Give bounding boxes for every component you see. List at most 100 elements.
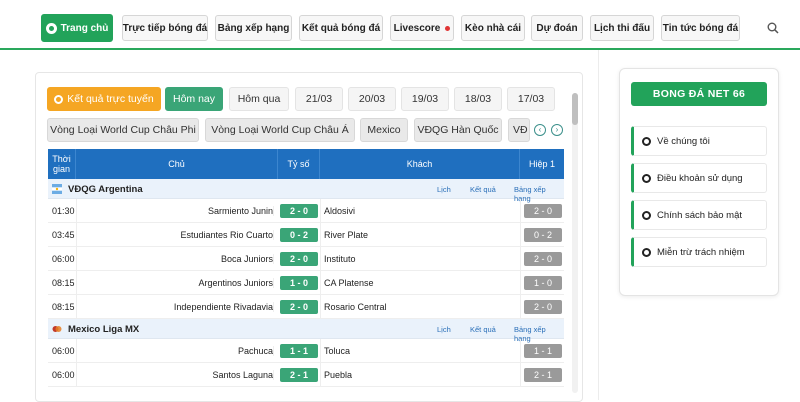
away-team[interactable]: River Plate	[324, 230, 368, 240]
match-score[interactable]: 2 - 0	[280, 300, 318, 314]
cell-divider	[320, 363, 321, 387]
cell-divider	[320, 295, 321, 319]
tab-live-results[interactable]: Kết quả trực tuyến	[47, 87, 161, 111]
tab-date-1903[interactable]: 19/03	[401, 87, 449, 111]
nav-livescore[interactable]: Livescore	[390, 15, 454, 41]
sidebar-item-label: Về chúng tôi	[657, 135, 710, 147]
nav-news[interactable]: Tin tức bóng đá	[661, 15, 740, 41]
tab-label: Kết quả trực tuyến	[67, 93, 154, 105]
sidebar-item-label: Chính sách bảo mật	[657, 209, 743, 221]
header-score: Tỷ số	[278, 149, 320, 179]
football-icon	[642, 173, 651, 183]
nav-live-football[interactable]: Trực tiếp bóng đá	[122, 15, 208, 41]
tab-date-2003[interactable]: 20/03	[348, 87, 396, 111]
cell-divider	[320, 199, 321, 223]
tab-date-1803[interactable]: 18/03	[454, 87, 502, 111]
away-team[interactable]: Toluca	[324, 346, 350, 356]
cell-divider	[76, 339, 77, 363]
table-row[interactable]: 08:15 Independiente Rivadavia 2 - 0 Rosa…	[48, 295, 564, 319]
home-team[interactable]: Estudiantes Rio Cuarto	[78, 230, 274, 240]
home-team[interactable]: Pachuca	[78, 346, 274, 356]
cell-divider	[520, 363, 521, 387]
match-score[interactable]: 0 - 2	[280, 228, 318, 242]
table-row[interactable]: 08:15 Argentinos Juniors 1 - 0 CA Platen…	[48, 271, 564, 295]
match-time: 06:00	[52, 254, 75, 264]
brand-button[interactable]: BONG ĐÁ NET 66	[631, 82, 767, 106]
home-team[interactable]: Independiente Rivadavia	[78, 302, 274, 312]
schedule-link[interactable]: Lịch	[437, 325, 451, 334]
tab-yesterday[interactable]: Hôm qua	[229, 87, 289, 111]
match-score[interactable]: 1 - 0	[280, 276, 318, 290]
sidebar-item-about[interactable]: Về chúng tôi	[631, 126, 767, 156]
tab-label: Hôm qua	[237, 93, 281, 105]
home-team[interactable]: Sarmiento Junin	[78, 206, 274, 216]
results-link[interactable]: Kết quả	[470, 185, 496, 194]
league-tab[interactable]: Mexico	[360, 118, 408, 142]
cell-divider	[520, 339, 521, 363]
live-broadcast-icon	[54, 94, 64, 104]
half-score: 1 - 0	[524, 276, 562, 290]
match-time: 01:30	[52, 206, 75, 216]
match-score[interactable]: 1 - 1	[280, 344, 318, 358]
scrollbar-thumb[interactable]	[572, 93, 578, 125]
away-team[interactable]: Puebla	[324, 370, 352, 380]
search-icon[interactable]	[767, 22, 779, 34]
cell-divider	[520, 223, 521, 247]
nav-label: Lịch thi đấu	[593, 22, 651, 34]
tab-label: 19/03	[411, 93, 439, 105]
half-score: 1 - 1	[524, 344, 562, 358]
league-tab[interactable]: VĐQG Hàn Quốc	[414, 118, 502, 142]
match-score[interactable]: 2 - 1	[280, 368, 318, 382]
half-score: 2 - 1	[524, 368, 562, 382]
nav-home-label: Trang chủ	[60, 22, 109, 34]
cell-divider	[320, 271, 321, 295]
sidebar-item-terms[interactable]: Điều khoản sử dụng	[631, 163, 767, 193]
league-tab[interactable]: Vòng Loại World Cup Châu Á	[205, 118, 355, 142]
match-score[interactable]: 2 - 0	[280, 252, 318, 266]
sidebar: BONG ĐÁ NET 66 Về chúng tôi Điều khoản s…	[619, 68, 779, 296]
schedule-link[interactable]: Lịch	[437, 185, 451, 194]
scrollbar[interactable]	[572, 93, 578, 393]
cell-divider	[76, 247, 77, 271]
table-row[interactable]: 06:00 Boca Juniors 2 - 0 Instituto 2 - 0	[48, 247, 564, 271]
match-time: 08:15	[52, 278, 75, 288]
home-team[interactable]: Santos Laguna	[78, 370, 274, 380]
home-team[interactable]: Argentinos Juniors	[78, 278, 274, 288]
match-score[interactable]: 2 - 0	[280, 204, 318, 218]
cell-divider	[76, 271, 77, 295]
tab-date-2103[interactable]: 21/03	[295, 87, 343, 111]
sidebar-item-privacy[interactable]: Chính sách bảo mật	[631, 200, 767, 230]
tab-label: 21/03	[305, 93, 333, 105]
league-tab[interactable]: Vòng Loại World Cup Châu Phi	[47, 118, 199, 142]
table-row[interactable]: 03:45 Estudiantes Rio Cuarto 0 - 2 River…	[48, 223, 564, 247]
league-tab[interactable]: VĐ	[508, 118, 530, 142]
home-team[interactable]: Boca Juniors	[78, 254, 274, 264]
results-link[interactable]: Kết quả	[470, 325, 496, 334]
half-score: 2 - 0	[524, 300, 562, 314]
nav-home[interactable]: Trang chủ	[41, 14, 113, 42]
table-row[interactable]: 06:00 Pachuca 1 - 1 Toluca 1 - 1	[48, 339, 564, 363]
ball-icon	[45, 22, 57, 34]
nav-predictions[interactable]: Dự đoán	[531, 15, 583, 41]
nav-results[interactable]: Kết quả bóng đá	[299, 15, 383, 41]
away-team[interactable]: CA Platense	[324, 278, 374, 288]
away-team[interactable]: Aldosivi	[324, 206, 355, 216]
results-table: Thời gian Chủ Tỷ số Khách Hiệp 1 VĐQG Ar…	[48, 149, 564, 387]
nav-odds[interactable]: Kèo nhà cái	[461, 15, 525, 41]
away-team[interactable]: Instituto	[324, 254, 356, 264]
chevron-right-icon[interactable]: ›	[551, 124, 563, 136]
nav-label: Tin tức bóng đá	[662, 22, 739, 34]
sidebar-item-label: Miễn trừ trách nhiệm	[657, 246, 745, 258]
table-row[interactable]: 01:30 Sarmiento Junin 2 - 0 Aldosivi 2 -…	[48, 199, 564, 223]
nav-standings[interactable]: Bảng xếp hạng	[215, 15, 292, 41]
chevron-left-icon[interactable]: ‹	[534, 124, 546, 136]
sidebar-item-disclaimer[interactable]: Miễn trừ trách nhiệm	[631, 237, 767, 267]
header-time: Thời gian	[48, 149, 76, 179]
tab-date-1703[interactable]: 17/03	[507, 87, 555, 111]
nav-schedule[interactable]: Lịch thi đấu	[590, 15, 654, 41]
argentina-flag-icon	[52, 184, 62, 194]
tab-today[interactable]: Hôm nay	[165, 87, 223, 111]
match-time: 06:00	[52, 370, 75, 380]
away-team[interactable]: Rosario Central	[324, 302, 387, 312]
table-row[interactable]: 06:00 Santos Laguna 2 - 1 Puebla 2 - 1	[48, 363, 564, 387]
